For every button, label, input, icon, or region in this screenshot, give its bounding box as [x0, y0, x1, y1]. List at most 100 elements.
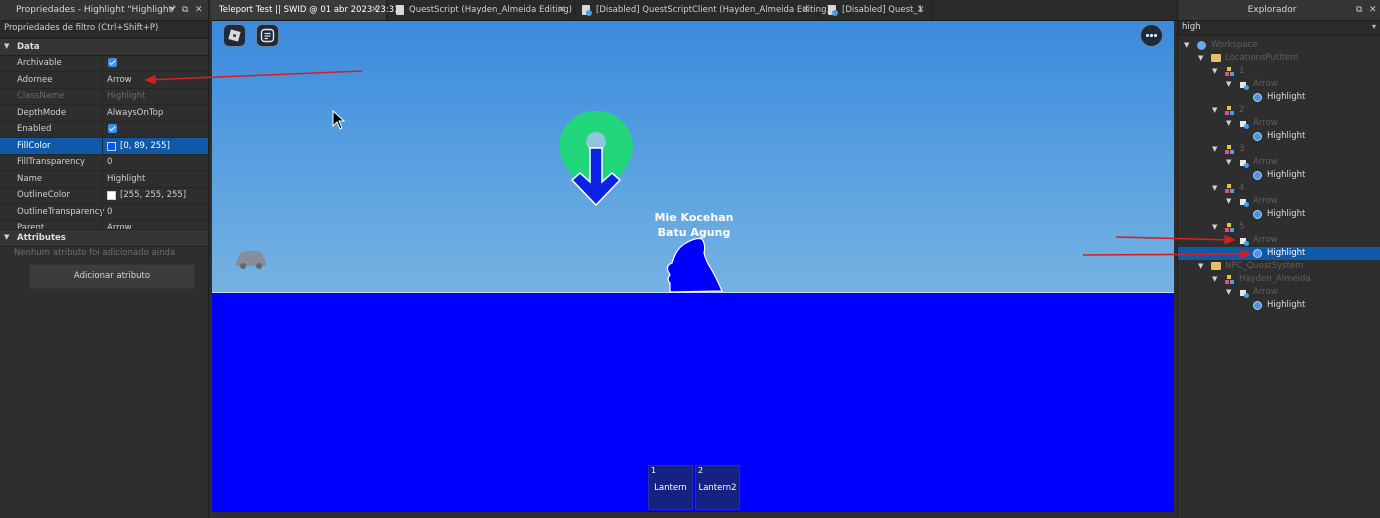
- expand-triangle-icon[interactable]: ▼: [1184, 41, 1189, 49]
- game-viewport[interactable]: Mie Kocehan Batu Agung 1 Lantern 2 Lante…: [212, 21, 1174, 512]
- part-icon: [1239, 236, 1249, 246]
- property-value[interactable]: Highlight: [107, 91, 145, 101]
- tree-item-hayden-almeida[interactable]: ▼ Hayden_Almeida: [1178, 273, 1380, 286]
- expand-triangle-icon[interactable]: ▼: [1212, 67, 1217, 75]
- tree-item-arrow[interactable]: ▼ Arrow: [1178, 234, 1380, 247]
- checkbox-checked-icon[interactable]: [108, 58, 117, 67]
- chevron-down-icon[interactable]: ▾: [1372, 22, 1376, 31]
- expand-triangle-icon[interactable]: ▼: [1226, 80, 1231, 88]
- expand-triangle-icon[interactable]: ▼: [1212, 184, 1217, 192]
- close-icon[interactable]: ✕: [195, 5, 203, 15]
- tab-quest-1[interactable]: [Disabled] Quest_1 ✕: [819, 0, 932, 20]
- tree-item-label: Highlight: [1267, 170, 1306, 180]
- close-icon[interactable]: ✕: [1369, 5, 1377, 15]
- explorer-title: Explorador: [1247, 5, 1297, 15]
- property-row-filltransparency[interactable]: FillTransparency 0: [0, 154, 208, 171]
- tree-item-4[interactable]: ▼ 4: [1178, 182, 1380, 195]
- chat-button[interactable]: [256, 24, 279, 47]
- add-attribute-button[interactable]: Adicionar atributo: [29, 264, 195, 289]
- column-divider: [102, 154, 103, 170]
- expand-triangle-icon[interactable]: ▼: [1226, 197, 1231, 205]
- highlight-icon: [1253, 301, 1262, 310]
- expand-triangle-icon[interactable]: ▼: [1198, 262, 1203, 270]
- expand-triangle-icon[interactable]: ▼: [1212, 275, 1217, 283]
- tab-questscriptclient[interactable]: [Disabled] QuestScriptClient (Hayden_Alm…: [575, 0, 830, 20]
- car-icon[interactable]: [232, 248, 270, 270]
- more-options-button[interactable]: [1140, 24, 1163, 47]
- tree-item-label: Highlight: [1267, 92, 1306, 102]
- tree-item-2[interactable]: ▼ 2: [1178, 104, 1380, 117]
- property-row-enabled[interactable]: Enabled: [0, 121, 208, 138]
- model-icon: [1225, 223, 1234, 232]
- expand-triangle-icon[interactable]: ▼: [1226, 288, 1231, 296]
- tree-item-highlight[interactable]: Highlight: [1178, 299, 1380, 312]
- property-name: OutlineColor: [17, 190, 70, 200]
- chevron-down-icon[interactable]: ▾: [170, 5, 175, 15]
- close-icon[interactable]: ✕: [371, 5, 379, 15]
- roblox-menu-button[interactable]: [223, 24, 246, 47]
- property-filter-input[interactable]: Propriedades de filtro (Ctrl+Shift+P): [0, 21, 208, 38]
- property-value[interactable]: 0: [107, 207, 112, 217]
- filter-placeholder: Propriedades de filtro (Ctrl+Shift+P): [4, 23, 159, 33]
- property-row-outlinetransparency[interactable]: OutlineTransparency 0: [0, 203, 208, 221]
- color-swatch[interactable]: [107, 191, 116, 200]
- property-row-name[interactable]: Name Highlight: [0, 170, 208, 188]
- property-row-adornee[interactable]: Adornee Arrow: [0, 71, 208, 89]
- tree-item-highlight[interactable]: Highlight: [1178, 247, 1380, 260]
- tree-item-arrow[interactable]: ▼ Arrow: [1178, 117, 1380, 130]
- tree-item-arrow[interactable]: ▼ Arrow: [1178, 286, 1380, 299]
- expand-triangle-icon[interactable]: ▼: [1212, 106, 1217, 114]
- part-icon: [1239, 197, 1249, 207]
- color-swatch[interactable]: [107, 141, 116, 151]
- tree-item-npc-questsystem[interactable]: ▼ NPC_QuestSystem: [1178, 260, 1380, 273]
- data-section-header[interactable]: ▼ Data: [0, 38, 208, 56]
- property-row-fillcolor[interactable]: FillColor [0, 89, 255]: [0, 137, 208, 155]
- model-icon: [1225, 106, 1234, 115]
- property-value[interactable]: AlwaysOnTop: [107, 108, 163, 118]
- tree-item-highlight[interactable]: Highlight: [1178, 91, 1380, 104]
- property-value[interactable]: Arrow: [107, 75, 132, 85]
- tree-item-highlight[interactable]: Highlight: [1178, 130, 1380, 143]
- highlight-icon: [1253, 210, 1262, 219]
- expand-triangle-icon[interactable]: ▼: [1226, 158, 1231, 166]
- hotbar-slot-1[interactable]: 1 Lantern: [648, 465, 693, 510]
- tree-item-highlight[interactable]: Highlight: [1178, 208, 1380, 221]
- undock-icon[interactable]: ⧉: [1356, 5, 1362, 15]
- expand-triangle-icon[interactable]: ▼: [1212, 223, 1217, 231]
- property-row-classname[interactable]: ClassName Highlight: [0, 88, 208, 105]
- tab-questscript[interactable]: QuestScript (Hayden_Almeida Editing) ✕: [387, 0, 575, 20]
- property-row-depthmode[interactable]: DepthMode AlwaysOnTop: [0, 104, 208, 122]
- tree-item-5[interactable]: ▼ 5: [1178, 221, 1380, 234]
- location-label: Mie Kocehan Batu Agung: [646, 210, 742, 240]
- tree-item-arrow[interactable]: ▼ Arrow: [1178, 195, 1380, 208]
- close-icon[interactable]: ✕: [802, 5, 810, 15]
- expand-triangle-icon[interactable]: ▼: [1226, 119, 1231, 127]
- tree-item-label: 3: [1239, 144, 1245, 154]
- tree-item-arrow[interactable]: ▼ Arrow: [1178, 156, 1380, 169]
- expand-triangle-icon[interactable]: ▼: [1198, 54, 1203, 62]
- tree-item-workspace[interactable]: ▼ Workspace: [1178, 39, 1380, 52]
- tree-item-locationsputitem[interactable]: ▼ LocationsPutItem: [1178, 52, 1380, 65]
- tree-item-3[interactable]: ▼ 3: [1178, 143, 1380, 156]
- expand-triangle-icon[interactable]: ▼: [1212, 145, 1217, 153]
- property-value[interactable]: 0: [107, 157, 112, 167]
- property-value[interactable]: Highlight: [107, 174, 145, 184]
- hotbar-slot-2[interactable]: 2 Lantern2: [695, 465, 740, 510]
- tab-teleport-test[interactable]: Teleport Test || SWID @ 01 abr 2023 23:3…: [211, 0, 399, 20]
- checkbox-checked-icon[interactable]: [108, 124, 117, 133]
- property-row-archivable[interactable]: Archivable: [0, 55, 208, 72]
- explorer-search-input[interactable]: high ▾: [1178, 21, 1380, 36]
- column-divider: [102, 187, 103, 203]
- close-icon[interactable]: ✕: [917, 5, 925, 15]
- property-value[interactable]: [255, 255, 255]: [120, 190, 186, 200]
- property-row-outlinecolor[interactable]: OutlineColor [255, 255, 255]: [0, 187, 208, 204]
- property-name: FillTransparency: [17, 157, 86, 167]
- close-icon[interactable]: ✕: [558, 5, 566, 15]
- tree-item-arrow[interactable]: ▼ Arrow: [1178, 78, 1380, 91]
- expand-triangle-icon[interactable]: ▼: [1226, 236, 1231, 244]
- tree-item-highlight[interactable]: Highlight: [1178, 169, 1380, 182]
- tree-item-1[interactable]: ▼ 1: [1178, 65, 1380, 78]
- property-value[interactable]: [0, 89, 255]: [120, 141, 170, 151]
- attributes-section-header[interactable]: ▼ Attributes: [0, 229, 208, 247]
- undock-icon[interactable]: ⧉: [182, 5, 188, 15]
